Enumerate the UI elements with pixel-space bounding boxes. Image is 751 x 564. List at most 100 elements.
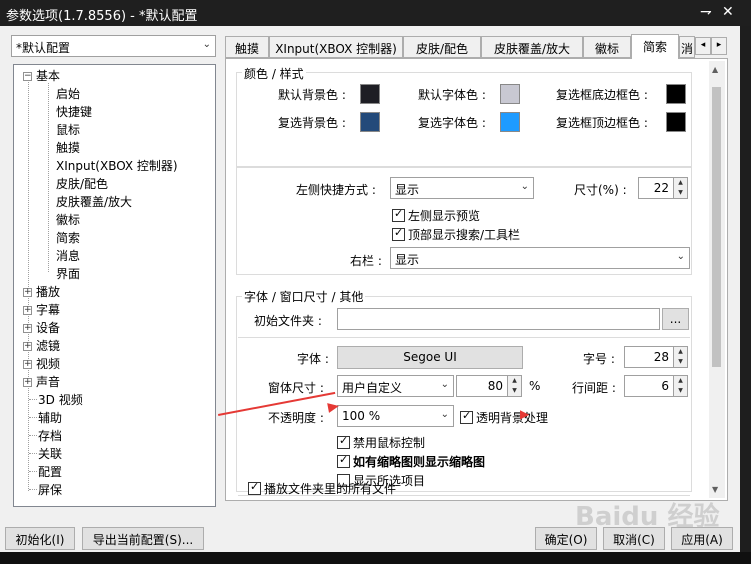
checkbox-check-icon[interactable] [337, 453, 350, 468]
expand-icon[interactable]: + [23, 342, 32, 351]
tree-item-start[interactable]: 启始 [56, 85, 80, 103]
spin-arrows-icon[interactable]: ▲ ▼ [507, 376, 521, 396]
default-bg-swatch[interactable] [360, 84, 380, 104]
checked-font-label: 复选字体色 : [418, 116, 486, 130]
taskbar [0, 552, 751, 564]
checkbox-check-icon[interactable] [392, 226, 405, 241]
close-icon[interactable]: ✕ [722, 4, 734, 20]
scroll-up-icon[interactable]: ▲ [712, 65, 718, 74]
tree-item-filters[interactable]: + 滤镜 [23, 337, 60, 355]
tree-item-basic[interactable]: − 基本 [23, 67, 60, 85]
tree-item-shortcuts[interactable]: 快捷键 [56, 103, 92, 121]
tab-simple-search[interactable]: 简索 [631, 34, 679, 59]
tree-item-xinput[interactable]: XInput(XBOX 控制器) [56, 157, 178, 175]
export-config-button[interactable]: 导出当前配置(S)... [82, 527, 204, 550]
vertical-scrollbar[interactable]: ▲ ▼ [709, 61, 725, 498]
show-toolbar-label: 顶部显示搜索/工具栏 [408, 228, 521, 242]
profile-select-value: *默认配置 [16, 41, 71, 55]
tab-touch[interactable]: 触摸 [225, 36, 269, 58]
transparent-bg-checkbox[interactable]: 透明背景处理 [460, 409, 548, 426]
scroll-down-icon[interactable]: ▼ [712, 485, 718, 494]
checked-bg-label: 复选背景色 : [278, 116, 346, 130]
watermark: Baidu 经验 [575, 502, 720, 532]
tree-item-skin-overlay[interactable]: 皮肤覆盖/放大 [56, 193, 132, 211]
opacity-select[interactable]: 100 % ⌄ [337, 405, 454, 427]
tree-item-archive[interactable]: 存档 [38, 427, 62, 445]
expand-icon[interactable]: + [23, 360, 32, 369]
right-bar-select[interactable]: 显示 ⌄ [390, 247, 690, 269]
spin-arrows-icon[interactable]: ▲ ▼ [673, 347, 687, 367]
expand-icon[interactable]: + [23, 288, 32, 297]
checkbox-top-border-swatch[interactable] [666, 112, 686, 132]
show-toolbar-checkbox[interactable]: 顶部显示搜索/工具栏 [392, 226, 520, 243]
checkbox-check-icon[interactable] [392, 207, 405, 222]
tab-scroll-left-icon[interactable]: ◂ [695, 37, 711, 55]
tree-item-logo[interactable]: 徽标 [56, 211, 80, 229]
tree-item-simple-search[interactable]: 简索 [56, 229, 80, 247]
tree-item-mouse[interactable]: 鼠标 [56, 121, 80, 139]
scrollbar-thumb[interactable] [712, 87, 721, 367]
tree-item-playback[interactable]: + 播放 [23, 283, 60, 301]
tree-item-label: 滤镜 [36, 339, 61, 353]
tree-item-subtitles[interactable]: + 字幕 [23, 301, 60, 319]
pin-icon[interactable]: ⇁ [700, 4, 712, 20]
expand-icon[interactable]: + [23, 378, 32, 387]
line-spacing-stepper[interactable]: 6 ▲ ▼ [624, 375, 688, 397]
checkbox-bottom-border-swatch[interactable] [666, 84, 686, 104]
expand-icon[interactable]: + [23, 306, 32, 315]
category-tree: − 基本 启始 快捷键 鼠标 触摸 XInput(XBOX 控制器) 皮肤/配色 … [13, 64, 216, 507]
transparent-bg-label: 透明背景处理 [476, 411, 549, 425]
tree-item-devices[interactable]: + 设备 [23, 319, 60, 337]
tree-item-config[interactable]: 配置 [38, 463, 62, 481]
show-thumbnail-checkbox[interactable]: 如有缩略图则显示缩略图 [337, 453, 485, 470]
checkbox-check-icon[interactable] [460, 409, 473, 424]
window-size-select[interactable]: 用户自定义 ⌄ [337, 375, 454, 397]
spin-arrows-icon[interactable]: ▲ ▼ [673, 376, 687, 396]
left-shortcut-label: 左侧快捷方式 : [296, 183, 376, 197]
tree-item-audio[interactable]: + 声音 [23, 373, 60, 391]
tree-item-assist[interactable]: 辅助 [38, 409, 62, 427]
window-size-percent-stepper[interactable]: 80 ▲ ▼ [456, 375, 522, 397]
collapse-icon[interactable]: − [23, 72, 32, 81]
default-bg-label: 默认背景色 : [278, 88, 346, 102]
tree-item-messages[interactable]: 消息 [56, 247, 80, 265]
initialize-button[interactable]: 初始化(I) [5, 527, 75, 550]
tree-item-video[interactable]: + 视频 [23, 355, 60, 373]
left-shortcut-select[interactable]: 显示 ⌄ [390, 177, 534, 199]
tab-xinput[interactable]: XInput(XBOX 控制器) [269, 36, 403, 58]
disable-mouse-checkbox[interactable]: 禁用鼠标控制 [337, 434, 425, 451]
checked-bg-swatch[interactable] [360, 112, 380, 132]
tab-skin-overlay[interactable]: 皮肤覆盖/放大 [481, 36, 583, 58]
dialog-client: *默认配置 ⌄ − 基本 启始 快捷键 鼠标 触摸 XInput(XBOX 控制器… [0, 26, 740, 552]
play-all-in-folder-checkbox[interactable]: 播放文件夹里的所有文件 [248, 480, 396, 497]
size-percent-stepper[interactable]: 22 ▲ ▼ [638, 177, 688, 199]
tree-item-screensaver[interactable]: 屏保 [38, 481, 62, 499]
tree-guide [29, 417, 37, 418]
tab-messages[interactable]: 消 [679, 36, 695, 58]
font-label: 字体 : [297, 352, 329, 366]
checkbox-check-icon[interactable] [248, 480, 261, 495]
initial-folder-input[interactable] [337, 308, 660, 330]
tree-item-label: 声音 [36, 375, 61, 389]
browse-button[interactable]: ... [662, 308, 689, 330]
tab-skin[interactable]: 皮肤/配色 [403, 36, 481, 58]
tab-strip: 触摸 XInput(XBOX 控制器) 皮肤/配色 皮肤覆盖/放大 徽标 简索 … [225, 34, 728, 59]
checkbox-check-icon[interactable] [337, 434, 350, 449]
font-button[interactable]: Segoe UI [337, 346, 523, 369]
tree-item-3d-video[interactable]: 3D 视频 [38, 391, 83, 409]
show-preview-checkbox[interactable]: 左侧显示预览 [392, 207, 480, 224]
font-size-stepper[interactable]: 28 ▲ ▼ [624, 346, 688, 368]
tree-item-touch[interactable]: 触摸 [56, 139, 80, 157]
tree-guide [29, 435, 37, 436]
profile-select[interactable]: *默认配置 ⌄ [11, 35, 216, 57]
tab-logo[interactable]: 徽标 [583, 36, 631, 58]
default-font-swatch[interactable] [500, 84, 520, 104]
tree-guide [29, 453, 37, 454]
spin-arrows-icon[interactable]: ▲ ▼ [673, 178, 687, 198]
tree-item-skin[interactable]: 皮肤/配色 [56, 175, 108, 193]
tab-scroll-right-icon[interactable]: ▸ [711, 37, 727, 55]
tree-item-interface[interactable]: 界面 [56, 265, 80, 283]
checked-font-swatch[interactable] [500, 112, 520, 132]
expand-icon[interactable]: + [23, 324, 32, 333]
tree-item-association[interactable]: 关联 [38, 445, 62, 463]
